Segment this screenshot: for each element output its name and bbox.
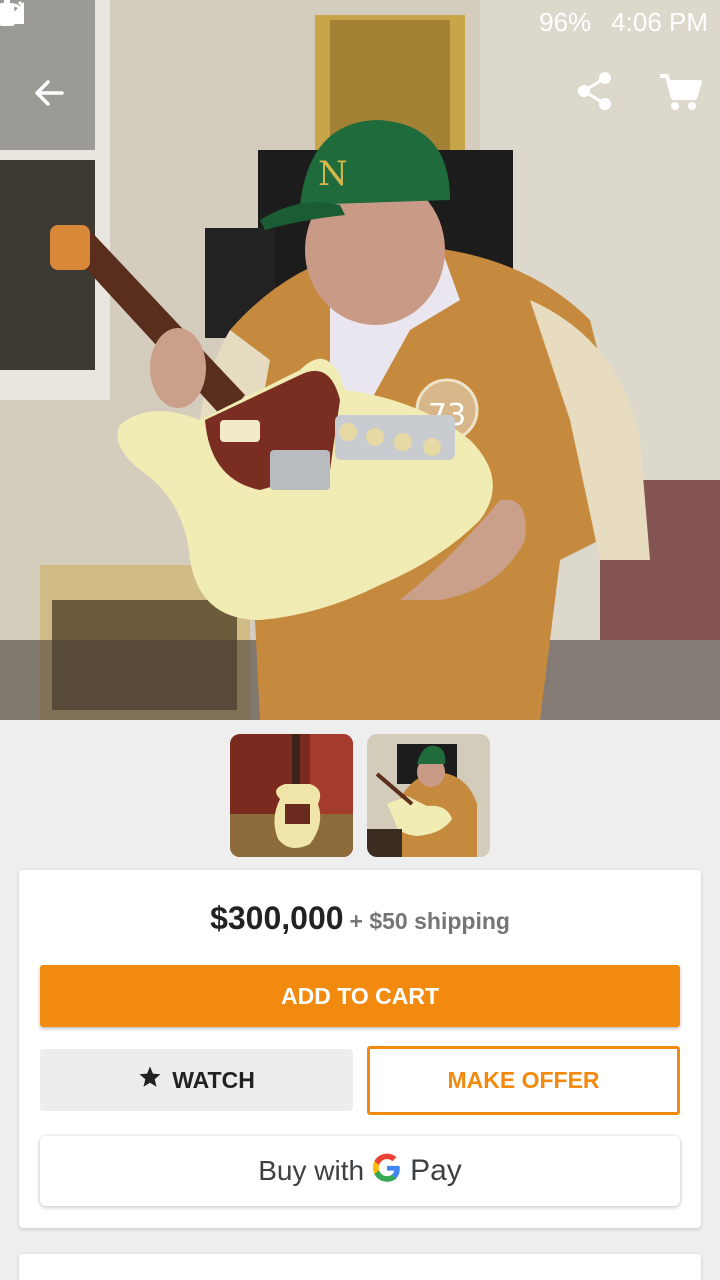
item-price: $300,000 xyxy=(210,900,344,936)
back-arrow-icon[interactable] xyxy=(26,70,72,116)
buy-with-google-pay-button[interactable]: Buy with Pay xyxy=(40,1136,680,1206)
thumbnail-strip xyxy=(230,734,490,857)
app-bar xyxy=(0,62,720,122)
clock: 4:06 PM xyxy=(611,6,708,37)
thumbnail-image-1[interactable] xyxy=(230,734,353,857)
pay-label: Pay xyxy=(410,1154,462,1187)
next-section-card xyxy=(19,1254,701,1280)
google-g-icon xyxy=(372,1153,402,1190)
make-offer-button[interactable]: MAKE OFFER xyxy=(367,1046,680,1115)
cart-icon[interactable] xyxy=(656,68,704,116)
watch-label: WATCH xyxy=(172,1066,255,1093)
share-icon[interactable] xyxy=(572,68,618,114)
shipping-cost: + $50 shipping xyxy=(349,908,510,934)
status-bar: 4G 96% 4:06 PM xyxy=(0,0,720,44)
battery-percent: 96% xyxy=(539,6,592,37)
add-to-cart-button[interactable]: ADD TO CART xyxy=(40,965,680,1027)
watch-button[interactable]: WATCH xyxy=(40,1049,353,1111)
product-hero-image[interactable]: N 73 4G 96% 4:06 xyxy=(0,0,720,720)
price-row: $300,000 + $50 shipping xyxy=(19,900,701,937)
star-icon xyxy=(138,1065,162,1095)
thumbnail-image-2[interactable] xyxy=(367,734,490,857)
purchase-card: $300,000 + $50 shipping ADD TO CART WATCH… xyxy=(19,870,701,1228)
svg-text:N: N xyxy=(318,154,348,194)
buy-with-label: Buy with xyxy=(258,1155,365,1186)
